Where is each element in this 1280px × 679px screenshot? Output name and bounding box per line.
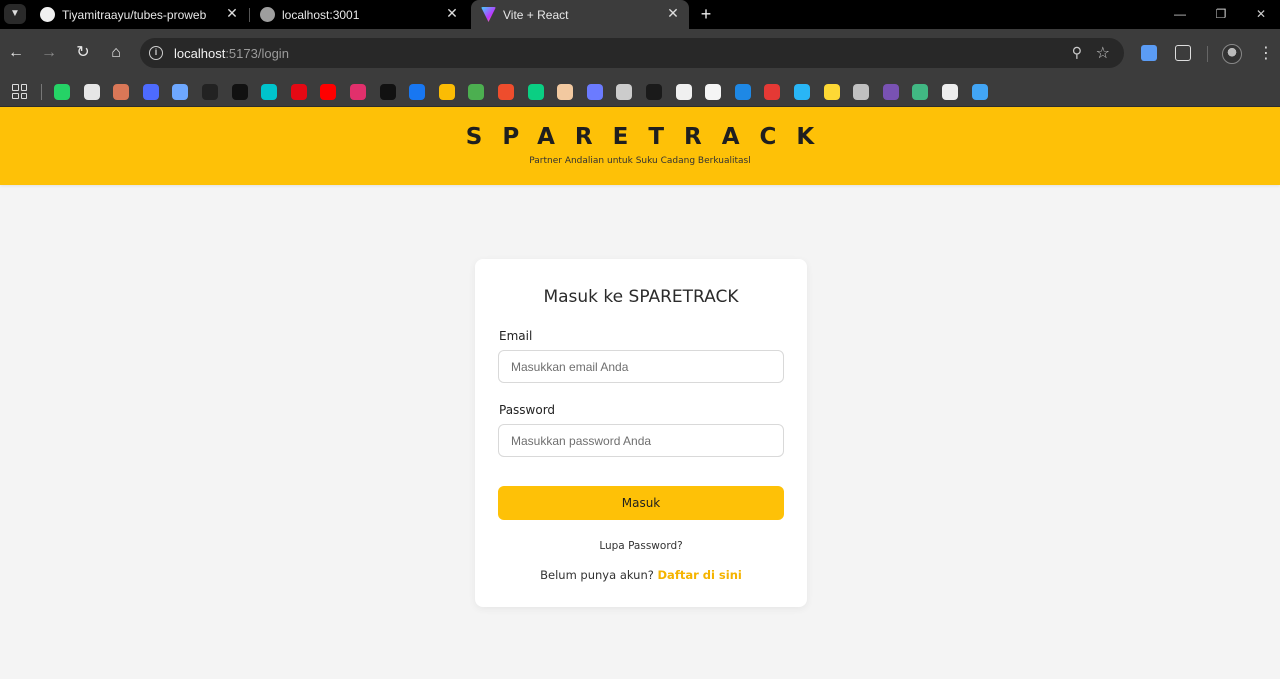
extensions-puzzle-icon[interactable]	[1175, 45, 1191, 61]
person-icon[interactable]	[942, 84, 958, 100]
tab-github[interactable]: Tiyamitraayu/tubes-proweb ✕	[30, 0, 248, 29]
profile-avatar[interactable]	[1222, 44, 1242, 64]
openai-icon[interactable]	[84, 84, 100, 100]
zoom-icon[interactable]: ⚲	[1072, 44, 1082, 61]
loader-icon[interactable]	[587, 84, 603, 100]
tiktok-icon[interactable]	[380, 84, 396, 100]
close-tab-icon[interactable]: ✕	[444, 5, 460, 21]
tab-title: localhost:3001	[282, 8, 360, 22]
bookmark-star-icon[interactable]: ☆	[1096, 43, 1110, 63]
figma-icon[interactable]	[528, 84, 544, 100]
login-submit-button[interactable]: Masuk	[498, 486, 784, 520]
tab-localhost-3001[interactable]: localhost:3001 ✕	[250, 0, 468, 29]
address-bar[interactable]: i localhost:5173/login ⚲ ☆	[140, 38, 1124, 68]
login-card: Masuk ke SPARETRACK Email Password Masuk…	[475, 259, 807, 607]
edlink-icon[interactable]	[468, 84, 484, 100]
tab-title: Vite + React	[503, 8, 569, 22]
bookmarks-bar	[0, 77, 1280, 107]
minimize-icon[interactable]: —	[1170, 4, 1190, 24]
globe-icon	[260, 7, 275, 22]
dashboard-icon[interactable]	[646, 84, 662, 100]
restore-icon[interactable]: ❐	[1211, 4, 1231, 24]
google-drive-icon[interactable]	[439, 84, 455, 100]
tab-search-button[interactable]: ▼	[4, 4, 26, 24]
brand-logo-text: SPARETRACK	[465, 124, 835, 150]
vue-icon[interactable]	[912, 84, 928, 100]
toolbar-separator	[1207, 46, 1208, 62]
instagram-icon[interactable]	[350, 84, 366, 100]
grok-icon[interactable]	[232, 84, 248, 100]
donut-icon[interactable]	[853, 84, 869, 100]
heart-icon[interactable]	[764, 84, 780, 100]
email-label: Email	[499, 329, 533, 343]
site-info-icon[interactable]: i	[149, 46, 163, 60]
apps-grid-icon[interactable]	[12, 84, 27, 99]
shop-icon[interactable]	[498, 84, 514, 100]
new-tab-button[interactable]: +	[697, 4, 715, 24]
close-tab-icon[interactable]: ✕	[224, 5, 240, 21]
netflix-icon[interactable]	[291, 84, 307, 100]
tab-vite-react[interactable]: Vite + React ✕	[471, 0, 689, 29]
vite-icon	[481, 7, 496, 22]
app-header: SPARETRACK Partner Andalian untuk Suku C…	[0, 107, 1280, 185]
home-icon[interactable]: ⌂	[106, 43, 126, 63]
github-icon	[40, 7, 55, 22]
canva-icon[interactable]	[261, 84, 277, 100]
kk-icon[interactable]	[735, 84, 751, 100]
forward-arrow-icon[interactable]: →	[39, 43, 59, 63]
image-icon[interactable]	[824, 84, 840, 100]
browser-toolbar: ← → ↻ ⌂ i localhost:5173/login ⚲ ☆ ⋮	[0, 29, 1280, 77]
register-prompt-text: Belum punya akun?	[540, 568, 654, 582]
deepseek-icon[interactable]	[143, 84, 159, 100]
gemini-icon[interactable]	[172, 84, 188, 100]
forgot-password-link[interactable]: Lupa Password?	[475, 540, 807, 552]
whatsapp-icon[interactable]	[54, 84, 70, 100]
url-text[interactable]: localhost:5173/login	[174, 46, 289, 61]
perplexity-icon[interactable]	[202, 84, 218, 100]
tab-title: Tiyamitraayu/tubes-proweb	[62, 8, 207, 22]
document-icon[interactable]	[705, 84, 721, 100]
login-title: Masuk ke SPARETRACK	[543, 287, 739, 307]
claude-icon[interactable]	[113, 84, 129, 100]
notes-icon[interactable]	[616, 84, 632, 100]
more-menu-icon[interactable]: ⋮	[1258, 43, 1274, 63]
extension-docs-icon[interactable]	[1141, 45, 1157, 61]
email-field[interactable]	[498, 350, 784, 383]
back-arrow-icon[interactable]: ←	[6, 43, 26, 63]
bookmarks-separator	[41, 84, 42, 100]
youtube-icon[interactable]	[320, 84, 336, 100]
bootstrap-icon[interactable]	[883, 84, 899, 100]
browser-tab-bar: ▼ Tiyamitraayu/tubes-proweb ✕ localhost:…	[0, 0, 1280, 29]
password-field[interactable]	[498, 424, 784, 457]
page: SPARETRACK Partner Andalian untuk Suku C…	[0, 107, 1280, 679]
close-window-icon[interactable]: ✕	[1251, 4, 1271, 24]
register-link[interactable]: Daftar di sini	[658, 568, 742, 582]
password-label: Password	[499, 403, 556, 417]
close-tab-icon[interactable]: ✕	[665, 5, 681, 21]
facebook-icon[interactable]	[409, 84, 425, 100]
register-prompt-line: Belum punya akun? Daftar di sini	[475, 568, 807, 582]
reload-icon[interactable]: ↻	[73, 43, 93, 63]
photo-app-icon[interactable]	[557, 84, 573, 100]
github-bookmark-icon[interactable]	[676, 84, 692, 100]
flutter-icon[interactable]	[972, 84, 988, 100]
calendar-icon[interactable]	[794, 84, 810, 100]
brand-tagline: Partner Andalian untuk Suku Cadang Berku…	[529, 156, 751, 166]
